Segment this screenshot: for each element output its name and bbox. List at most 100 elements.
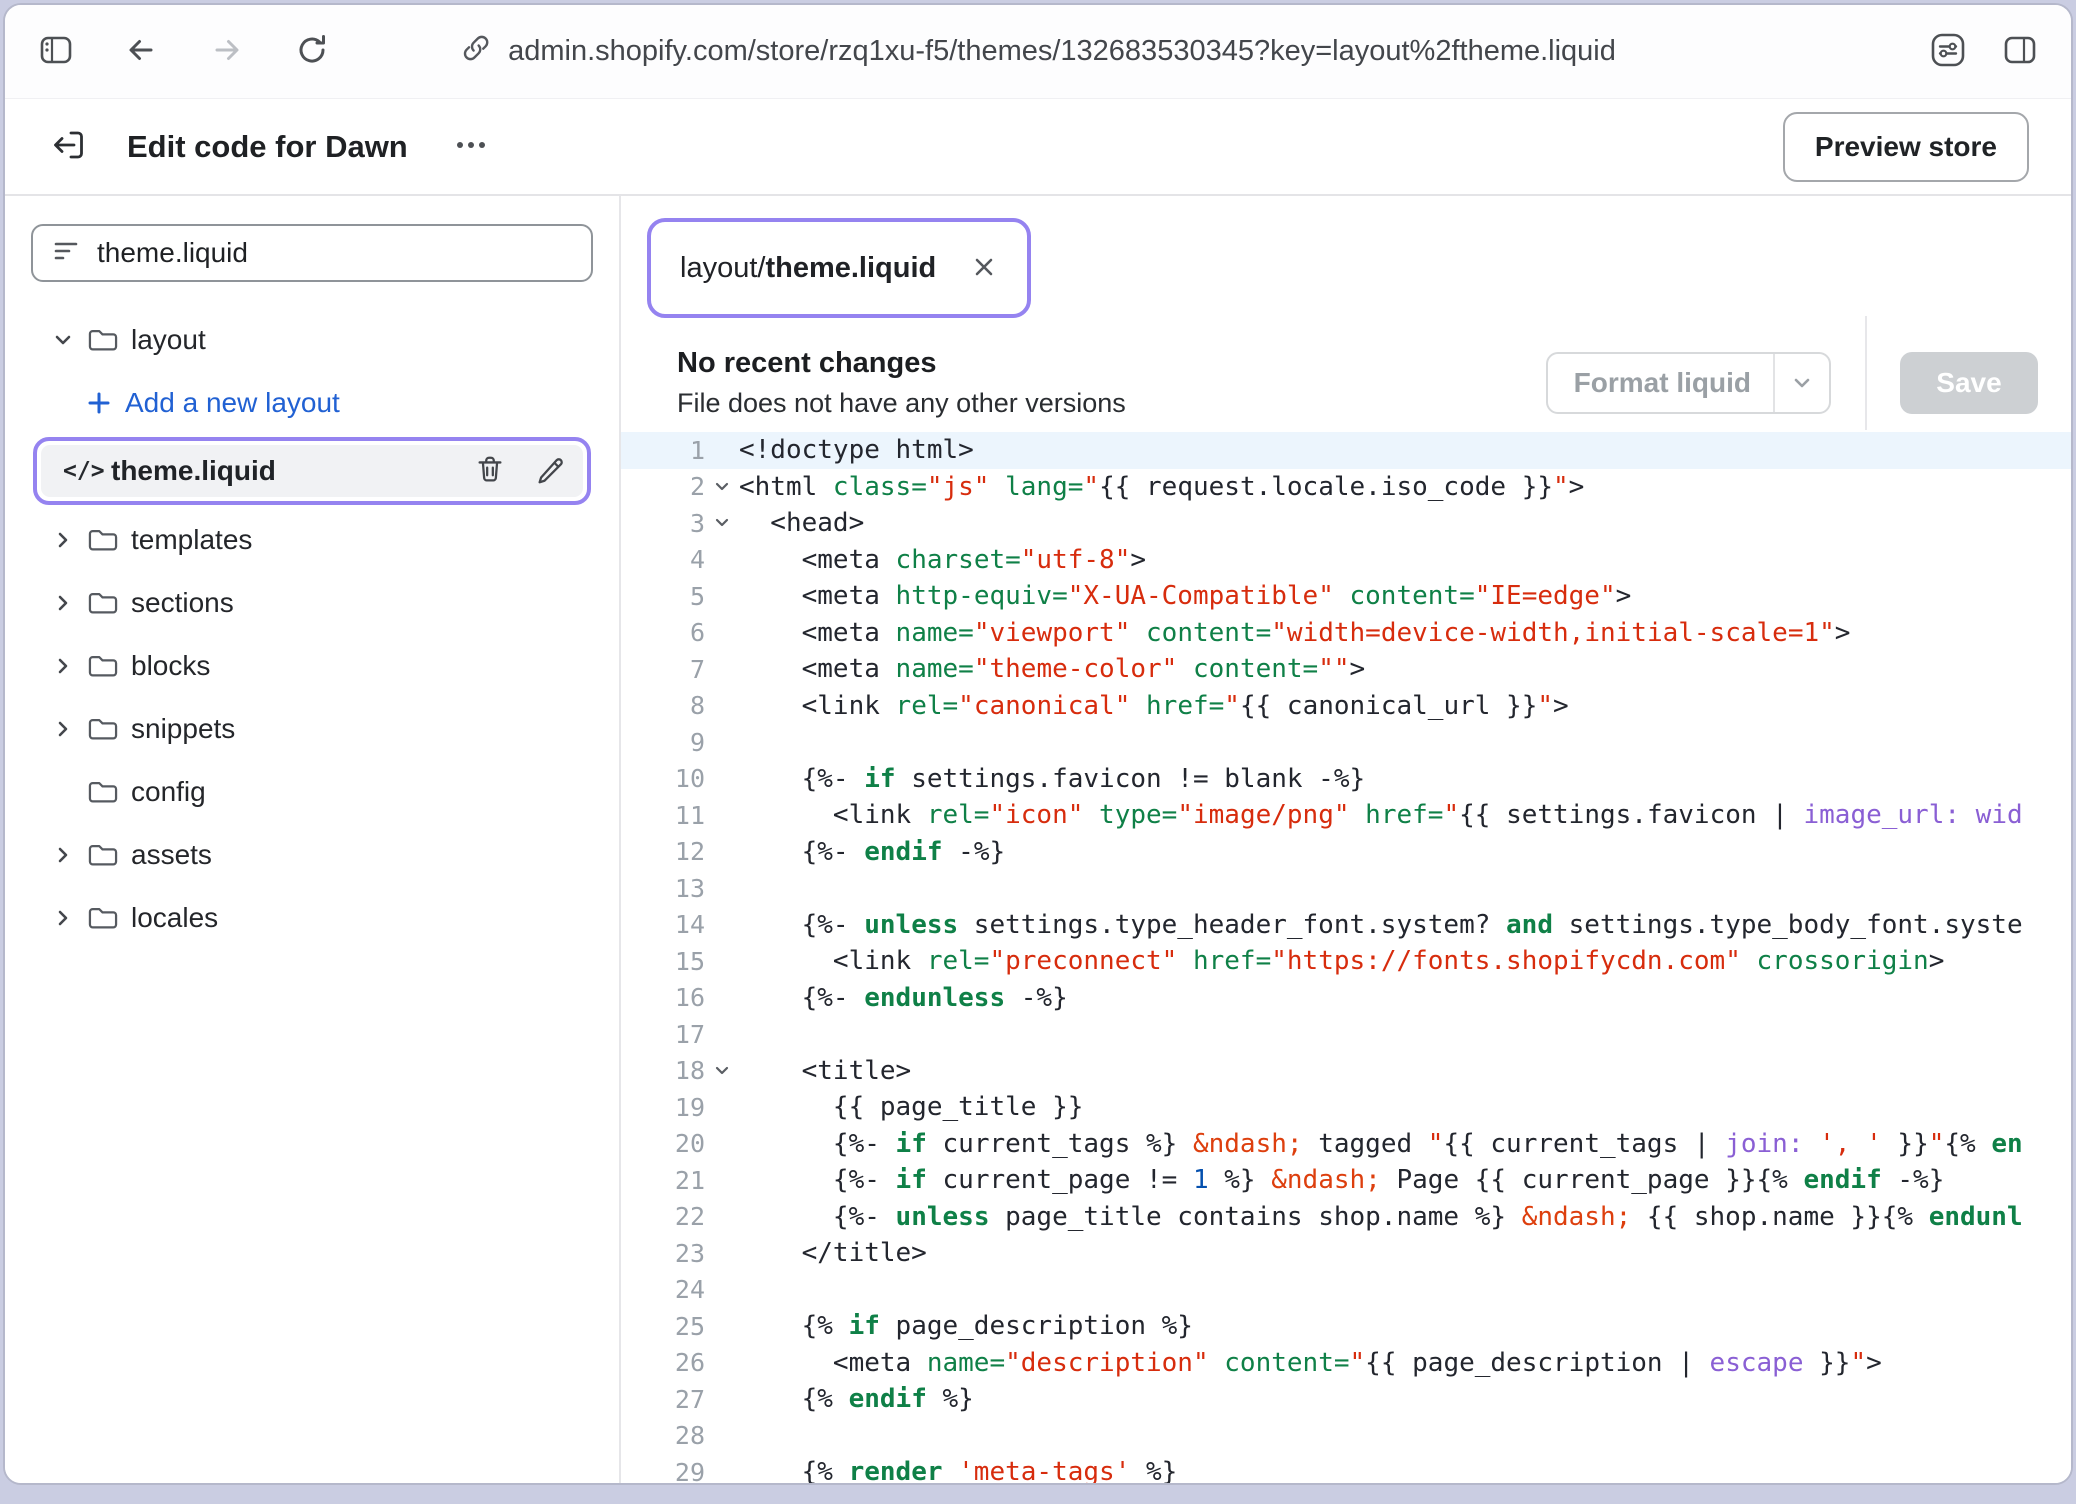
code-line[interactable]: 23 </title>: [621, 1235, 2071, 1272]
delete-file-button[interactable]: [473, 453, 507, 490]
save-zone: Save: [1867, 352, 2071, 414]
code-line[interactable]: 11 <link rel="icon" type="image/png" hre…: [621, 797, 2071, 834]
sidebar-toggle-icon: [37, 31, 75, 72]
code-text: {%- endif -%}: [739, 837, 2071, 867]
sidebar-toggle-button[interactable]: [37, 31, 75, 72]
format-liquid-button[interactable]: Format liquid: [1546, 352, 1831, 414]
main-content: layout Add a new layout </> theme.liquid: [5, 196, 2071, 1483]
line-number: 9: [621, 728, 705, 757]
panel-toggle-icon: [2001, 31, 2039, 72]
save-button[interactable]: Save: [1900, 352, 2037, 414]
chevron-right-icon[interactable]: [45, 842, 81, 868]
code-line[interactable]: 4 <meta charset="utf-8">: [621, 542, 2071, 579]
sidebar-item-templates[interactable]: templates: [31, 508, 593, 571]
sidebar-item-label: templates: [131, 524, 252, 556]
code-editor[interactable]: 1<!doctype html>2<html class="js" lang="…: [621, 430, 2071, 1483]
sidebar-item-layout[interactable]: layout: [31, 308, 593, 371]
address-bar[interactable]: admin.shopify.com/store/rzq1xu-f5/themes…: [460, 32, 1616, 72]
code-line[interactable]: 14 {%- unless settings.type_header_font.…: [621, 907, 2071, 944]
code-text: <meta name="viewport" content="width=dev…: [739, 618, 2071, 648]
code-line[interactable]: 18 <title>: [621, 1053, 2071, 1090]
code-line[interactable]: 29 {% render 'meta-tags' %}: [621, 1454, 2071, 1483]
link-icon: [460, 32, 492, 72]
code-line[interactable]: 13: [621, 870, 2071, 907]
sidebar-item-locales[interactable]: locales: [31, 886, 593, 949]
file-search[interactable]: [31, 224, 593, 282]
rename-file-button[interactable]: [533, 453, 567, 490]
chevron-right-icon[interactable]: [45, 653, 81, 679]
fold-chevron-icon[interactable]: [705, 480, 739, 494]
code-line[interactable]: 1<!doctype html>: [621, 432, 2071, 469]
code-line[interactable]: 19 {{ page_title }}: [621, 1089, 2071, 1126]
code-line[interactable]: 21 {%- if current_page != 1 %} &ndash; P…: [621, 1162, 2071, 1199]
code-line[interactable]: 28: [621, 1418, 2071, 1455]
sidebar-item-config[interactable]: config: [31, 760, 593, 823]
file-name-label: theme.liquid: [111, 455, 276, 487]
code-line[interactable]: 3 <head>: [621, 505, 2071, 542]
line-number: 3: [621, 509, 705, 538]
back-button[interactable]: [121, 30, 161, 73]
line-number: 15: [621, 947, 705, 976]
code-line[interactable]: 12 {%- endif -%}: [621, 834, 2071, 871]
sidebar-item-theme-liquid[interactable]: </> theme.liquid: [41, 445, 583, 497]
file-search-input[interactable]: [97, 237, 573, 269]
tab-close-button[interactable]: [970, 253, 998, 284]
code-text: <head>: [739, 508, 2071, 538]
code-line[interactable]: 9: [621, 724, 2071, 761]
chevron-right-icon[interactable]: [45, 590, 81, 616]
browser-settings-button[interactable]: [1929, 31, 1967, 72]
code-line[interactable]: 22 {%- unless page_title contains shop.n…: [621, 1199, 2071, 1236]
add-new-layout-label: Add a new layout: [125, 387, 340, 419]
code-text: <html class="js" lang="{{ request.locale…: [739, 472, 2071, 502]
forward-button[interactable]: [207, 30, 247, 73]
folder-icon: [81, 841, 125, 869]
code-line[interactable]: 25 {% if page_description %}: [621, 1308, 2071, 1345]
chevron-right-icon[interactable]: [45, 716, 81, 742]
exit-button[interactable]: [47, 124, 89, 169]
line-number: 28: [621, 1421, 705, 1450]
file-tree: layout Add a new layout </> theme.liquid: [31, 308, 593, 949]
code-line[interactable]: 10 {%- if settings.favicon != blank -%}: [621, 761, 2071, 798]
add-new-layout-button[interactable]: Add a new layout: [31, 371, 593, 434]
more-actions-button[interactable]: [454, 138, 488, 155]
code-text: {%- if current_tags %} &ndash; tagged "{…: [739, 1129, 2071, 1159]
fold-chevron-icon[interactable]: [705, 516, 739, 530]
chevron-down-icon[interactable]: [1775, 369, 1829, 397]
format-liquid-label: Format liquid: [1574, 367, 1751, 399]
preview-store-button[interactable]: Preview store: [1783, 112, 2029, 182]
code-line[interactable]: 16 {%- endunless -%}: [621, 980, 2071, 1017]
code-line[interactable]: 26 <meta name="description" content="{{ …: [621, 1345, 2071, 1382]
chevron-right-icon[interactable]: [45, 905, 81, 931]
browser-window: admin.shopify.com/store/rzq1xu-f5/themes…: [3, 3, 2073, 1485]
reload-button[interactable]: [293, 31, 331, 72]
code-line[interactable]: 8 <link rel="canonical" href="{{ canonic…: [621, 688, 2071, 725]
line-number: 25: [621, 1312, 705, 1341]
sidebar-item-blocks[interactable]: blocks: [31, 634, 593, 697]
fold-chevron-icon[interactable]: [705, 1064, 739, 1078]
code-line[interactable]: 20 {%- if current_tags %} &ndash; tagged…: [621, 1126, 2071, 1163]
sidebar-item-assets[interactable]: assets: [31, 823, 593, 886]
code-line[interactable]: 24: [621, 1272, 2071, 1309]
sidebar-item-label: assets: [131, 839, 212, 871]
version-status: No recent changes File does not have any…: [677, 347, 1126, 419]
code-line[interactable]: 6 <meta name="viewport" content="width=d…: [621, 615, 2071, 652]
sidebar-item-sections[interactable]: sections: [31, 571, 593, 634]
line-number: 13: [621, 874, 705, 903]
pencil-icon: [533, 453, 567, 490]
sidebar-item-label: blocks: [131, 650, 210, 682]
tab-theme-liquid[interactable]: layout/theme.liquid: [656, 227, 1022, 309]
line-number: 19: [621, 1093, 705, 1122]
panel-toggle-button[interactable]: [2001, 31, 2039, 72]
folder-icon: [81, 526, 125, 554]
line-number: 18: [621, 1056, 705, 1085]
code-line[interactable]: 17: [621, 1016, 2071, 1053]
chevron-down-icon[interactable]: [45, 327, 81, 353]
code-line[interactable]: 7 <meta name="theme-color" content="">: [621, 651, 2071, 688]
code-line[interactable]: 2<html class="js" lang="{{ request.local…: [621, 469, 2071, 506]
code-line[interactable]: 27 {% endif %}: [621, 1381, 2071, 1418]
code-line[interactable]: 5 <meta http-equiv="X-UA-Compatible" con…: [621, 578, 2071, 615]
chevron-right-icon[interactable]: [45, 527, 81, 553]
folder-icon: [81, 326, 125, 354]
code-line[interactable]: 15 <link rel="preconnect" href="https://…: [621, 943, 2071, 980]
sidebar-item-snippets[interactable]: snippets: [31, 697, 593, 760]
